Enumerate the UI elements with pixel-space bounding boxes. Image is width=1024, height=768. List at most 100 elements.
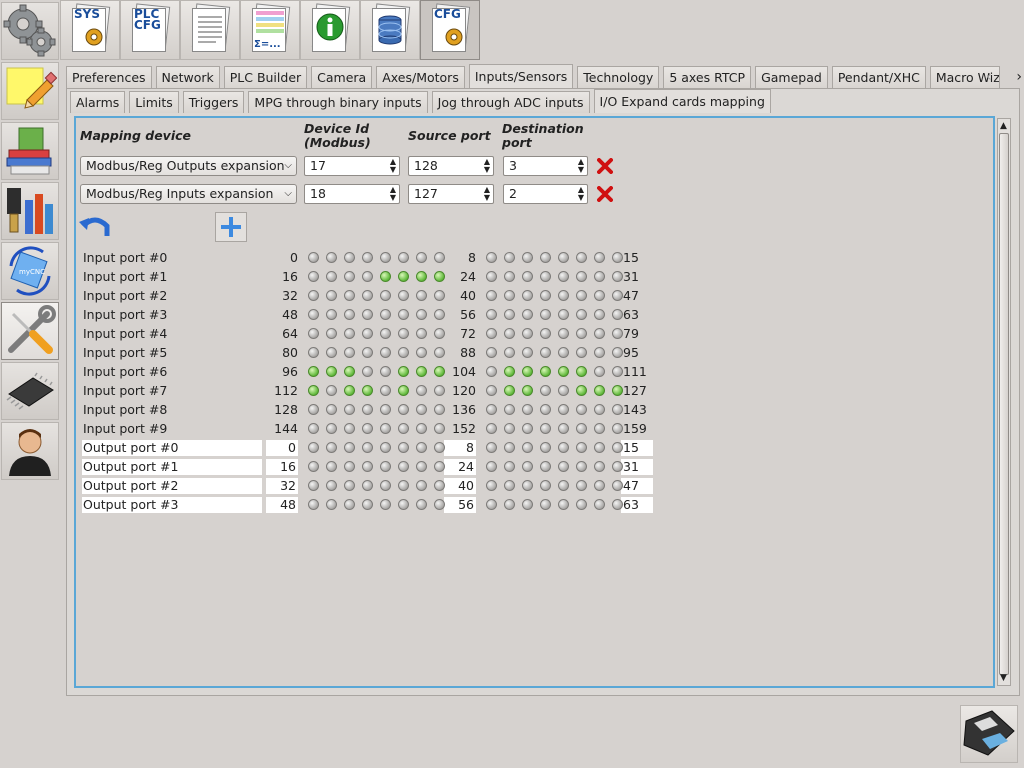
led-indicator-icon [308, 328, 319, 339]
tab-5-axes-rtcp[interactable]: 5 axes RTCP [663, 66, 752, 88]
wrench-screwdriver-icon[interactable] [1, 302, 59, 360]
chip-icon[interactable] [1, 362, 59, 420]
settings-gears-icon[interactable] [1, 2, 59, 60]
destination-port-spinbox[interactable]: 2 ▲ ▼ [503, 184, 588, 204]
spin-arrows-icon[interactable]: ▲ ▼ [578, 158, 584, 174]
destination-port-spinbox[interactable]: 3 ▲ ▼ [503, 156, 588, 176]
port-start-bit[interactable]: 16 [266, 459, 298, 475]
led-indicator-icon [344, 347, 355, 358]
tab-plc-builder[interactable]: PLC Builder [223, 66, 308, 88]
led-indicator-icon [416, 480, 427, 491]
database-button[interactable] [360, 0, 420, 60]
output-port-label[interactable]: Output port #2 [82, 478, 262, 494]
tab-network[interactable]: Network [155, 66, 220, 88]
port-start-bit[interactable]: 32 [266, 478, 298, 494]
port-mid-bit[interactable]: 40 [444, 478, 476, 494]
plc-config-button[interactable]: PLC CFG [120, 0, 180, 60]
mycnc-rotate-icon[interactable]: myCNC [1, 242, 59, 300]
notes-pencil-icon[interactable] [1, 62, 59, 120]
device-id-spinbox[interactable]: 17 ▲ ▼ [304, 156, 400, 176]
mapping-device-select[interactable]: Modbus/Reg Outputs expansion ⌵ [80, 156, 297, 176]
tab-limits[interactable]: Limits [129, 91, 179, 113]
led-indicator-icon [504, 461, 515, 472]
led-indicator-icon [380, 461, 391, 472]
mapping-device-select[interactable]: Modbus/Reg Inputs expansion ⌵ [80, 184, 297, 204]
port-start-bit[interactable]: 0 [266, 440, 298, 456]
spin-arrows-icon[interactable]: ▲ ▼ [390, 186, 396, 202]
undo-button[interactable] [79, 212, 111, 242]
led-indicator-icon [486, 366, 497, 377]
led-indicator-icon [380, 442, 391, 453]
spin-arrows-icon[interactable]: ▲ ▼ [484, 158, 490, 174]
port-end-bit[interactable]: 31 [621, 459, 653, 475]
led-indicator-icon [522, 480, 533, 491]
led-indicator-icon [594, 404, 605, 415]
user-icon[interactable] [1, 422, 59, 480]
tab-preferences[interactable]: Preferences [66, 66, 152, 88]
source-port-spinbox[interactable]: 127 ▲ ▼ [408, 184, 494, 204]
tab-alarms[interactable]: Alarms [70, 91, 126, 113]
output-port-label[interactable]: Output port #1 [82, 459, 262, 475]
tools-library-icon[interactable] [1, 182, 59, 240]
led-indicator-icon [308, 480, 319, 491]
led-indicator-icon [612, 309, 623, 320]
tab-gamepad[interactable]: Gamepad [755, 66, 828, 88]
tab-mpg-binary-inputs[interactable]: MPG through binary inputs [248, 91, 428, 113]
scroll-down-icon[interactable]: ▼ [1000, 673, 1007, 683]
port-end-bit: 143 [623, 402, 647, 417]
tab-technology[interactable]: Technology [577, 66, 660, 88]
variables-button[interactable]: Σ=... [240, 0, 300, 60]
input-port-label: Input port #0 [83, 250, 168, 265]
sys-config-button[interactable]: SYS [60, 0, 120, 60]
led-indicator-icon [380, 290, 391, 301]
led-indicator-icon [504, 271, 515, 282]
output-port-label[interactable]: Output port #3 [82, 497, 262, 513]
tab-axes-motors[interactable]: Axes/Motors [376, 66, 465, 88]
tab-pendant-xhc[interactable]: Pendant/XHC [831, 66, 926, 88]
port-start-bit[interactable]: 48 [266, 497, 298, 513]
chevron-left-icon[interactable]: ‹ [986, 68, 992, 88]
source-port-spinbox[interactable]: 128 ▲ ▼ [408, 156, 494, 176]
port-end-bit[interactable]: 15 [621, 440, 653, 456]
delete-mapping-icon[interactable] [597, 158, 613, 174]
led-indicator-icon [558, 366, 569, 377]
tab-jog-adc-inputs[interactable]: Jog through ADC inputs [431, 91, 590, 113]
port-end-bit[interactable]: 47 [621, 478, 653, 494]
port-end-bit[interactable]: 63 [621, 497, 653, 513]
led-indicator-icon [504, 404, 515, 415]
led-indicator-icon [486, 347, 497, 358]
books-icon[interactable] [1, 122, 59, 180]
led-indicator-icon [416, 252, 427, 263]
spin-arrows-icon[interactable]: ▲ ▼ [484, 186, 490, 202]
documents-button[interactable] [180, 0, 240, 60]
scroll-thumb[interactable] [999, 133, 1009, 675]
chevron-right-icon[interactable]: › [1016, 68, 1022, 88]
led-indicator-icon [540, 385, 551, 396]
device-id-spinbox[interactable]: 18 ▲ ▼ [304, 184, 400, 204]
led-indicator-icon [522, 366, 533, 377]
scroll-up-icon[interactable]: ▲ [1000, 121, 1007, 131]
led-indicator-icon [326, 347, 337, 358]
tab-camera[interactable]: Camera [311, 66, 373, 88]
led-indicator-icon [416, 442, 427, 453]
port-mid-bit[interactable]: 24 [444, 459, 476, 475]
tab-io-expand-mapping[interactable]: I/O Expand cards mapping [593, 89, 771, 113]
led-indicator-icon [344, 404, 355, 415]
led-indicator-icon [308, 309, 319, 320]
delete-mapping-icon[interactable] [597, 186, 613, 202]
cfg-button[interactable]: CFG [420, 0, 480, 60]
spin-arrows-icon[interactable]: ▲ ▼ [578, 186, 584, 202]
vertical-scrollbar[interactable]: ▲ ▼ [997, 118, 1011, 686]
led-indicator-icon [504, 480, 515, 491]
port-end-bit: 159 [623, 421, 647, 436]
add-mapping-button[interactable] [215, 212, 247, 242]
spin-arrows-icon[interactable]: ▲ ▼ [390, 158, 396, 174]
info-button[interactable] [300, 0, 360, 60]
port-mid-bit[interactable]: 56 [444, 497, 476, 513]
port-mid-bit: 104 [452, 364, 476, 379]
port-mid-bit[interactable]: 8 [444, 440, 476, 456]
tab-triggers[interactable]: Triggers [182, 91, 245, 113]
tab-inputs-sensors[interactable]: Inputs/Sensors [468, 64, 574, 88]
output-port-label[interactable]: Output port #0 [82, 440, 262, 456]
save-button[interactable] [960, 705, 1018, 763]
